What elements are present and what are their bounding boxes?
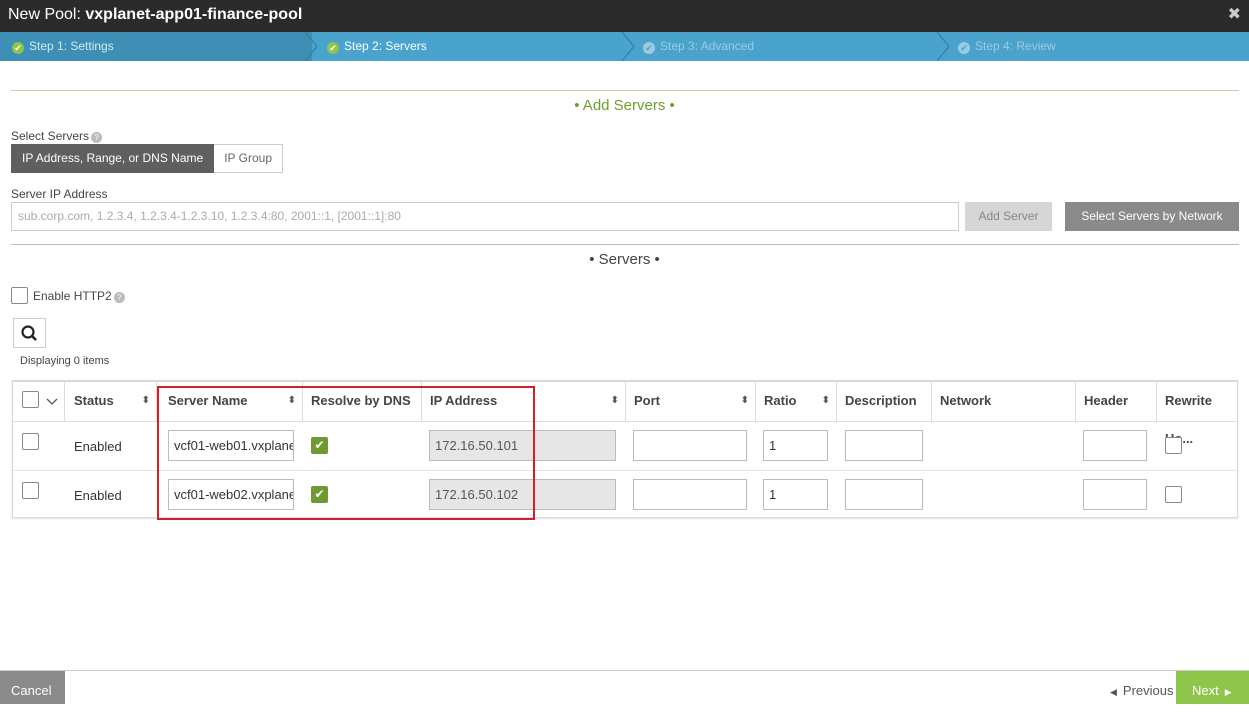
- select-by-network-button[interactable]: Select Servers by Network: [1065, 202, 1239, 231]
- step-separator-icon: [937, 32, 950, 61]
- servers-title: • Servers •: [589, 251, 660, 268]
- column-port[interactable]: Port ⬍: [626, 382, 756, 421]
- row-select-checkbox[interactable]: [22, 482, 39, 499]
- header-value-input[interactable]: [1083, 479, 1147, 510]
- step-review[interactable]: ✔ Step 4: Review: [958, 32, 1056, 61]
- pool-name: vxplanet-app01-finance-pool: [85, 6, 303, 23]
- column-status[interactable]: Status ⬍: [66, 382, 157, 421]
- previous-button[interactable]: ◀ Previous: [1110, 671, 1174, 704]
- section-divider: [11, 90, 1239, 91]
- column-description: Description: [837, 382, 932, 421]
- check-circle-icon: ✔: [643, 42, 655, 54]
- sort-icon[interactable]: ⬍: [142, 382, 150, 420]
- sort-icon[interactable]: ⬍: [611, 382, 619, 420]
- title-prefix: New Pool:: [8, 6, 86, 23]
- add-server-button[interactable]: Add Server: [965, 202, 1052, 231]
- enable-http2-checkbox[interactable]: [11, 287, 28, 304]
- step-separator-icon: [305, 32, 318, 61]
- cancel-button[interactable]: Cancel: [0, 671, 65, 704]
- select-servers-label: Select Servers?: [11, 129, 103, 143]
- step-servers[interactable]: ✔ Step 2: Servers: [327, 32, 427, 61]
- search-icon: [21, 325, 37, 341]
- select-all-checkbox[interactable]: [22, 391, 39, 408]
- column-ratio[interactable]: Ratio ⬍: [756, 382, 837, 421]
- server-ip-label: Server IP Address: [11, 187, 108, 201]
- enable-http2-label: Enable HTTP2?: [33, 289, 125, 303]
- next-button[interactable]: Next ▶: [1176, 671, 1249, 704]
- row-status: Enabled: [74, 488, 122, 503]
- wizard-steps: ✔ Step 1: Settings ✔ Step 2: Servers ✔ Step…: [0, 32, 1249, 61]
- column-network: Network: [932, 382, 1076, 421]
- highlight-box: [157, 386, 535, 520]
- header-value-input[interactable]: [1083, 430, 1147, 461]
- sort-icon[interactable]: ⬍: [822, 382, 830, 420]
- section-divider: [11, 244, 1239, 245]
- description-input[interactable]: [845, 479, 923, 510]
- ratio-input[interactable]: 1: [763, 479, 828, 510]
- row-select-checkbox[interactable]: [22, 433, 39, 450]
- tab-ip-group[interactable]: IP Group: [214, 144, 284, 173]
- check-circle-icon: ✔: [327, 42, 339, 54]
- add-servers-title: • Add Servers •: [574, 97, 675, 114]
- rewrite-host-checkbox[interactable]: [1165, 486, 1182, 503]
- item-count: Displaying 0 items: [20, 355, 110, 367]
- step-advanced[interactable]: ✔ Step 3: Advanced: [643, 32, 754, 61]
- close-icon[interactable]: ✖: [1228, 0, 1241, 30]
- caret-left-icon: ◀: [1110, 687, 1117, 697]
- row-status: Enabled: [74, 439, 122, 454]
- check-circle-icon: ✔: [12, 42, 24, 54]
- port-input[interactable]: [633, 479, 747, 510]
- help-icon[interactable]: ?: [91, 132, 103, 143]
- check-circle-icon: ✔: [958, 42, 970, 54]
- server-ip-input[interactable]: sub.corp.com, 1.2.3.4, 1.2.3.4-1.2.3.10,…: [11, 202, 959, 231]
- search-button[interactable]: [13, 318, 46, 348]
- step-separator-icon: [622, 32, 635, 61]
- tab-ip-address[interactable]: IP Address, Range, or DNS Name: [11, 144, 215, 173]
- rewrite-host-checkbox[interactable]: [1165, 437, 1182, 454]
- caret-right-icon: ▶: [1224, 687, 1232, 697]
- port-input[interactable]: [633, 430, 747, 461]
- ratio-input[interactable]: 1: [763, 430, 828, 461]
- wizard-footer: Cancel ◀ Previous Next ▶: [0, 670, 1249, 704]
- column-header-value: Header Val...: [1076, 382, 1157, 446]
- select-all-header: [13, 382, 65, 421]
- server-source-toggle: IP Address, Range, or DNS Name IP Group: [11, 144, 284, 173]
- window-title: New Pool: vxplanet-app01-finance-pool: [0, 0, 1249, 32]
- step-settings[interactable]: ✔ Step 1: Settings: [12, 32, 114, 61]
- description-input[interactable]: [845, 430, 923, 461]
- sort-icon[interactable]: ⬍: [741, 382, 749, 420]
- column-rewrite-host: Rewrite Ho...: [1165, 393, 1212, 446]
- help-icon[interactable]: ?: [113, 292, 125, 303]
- chevron-down-icon[interactable]: [46, 398, 58, 406]
